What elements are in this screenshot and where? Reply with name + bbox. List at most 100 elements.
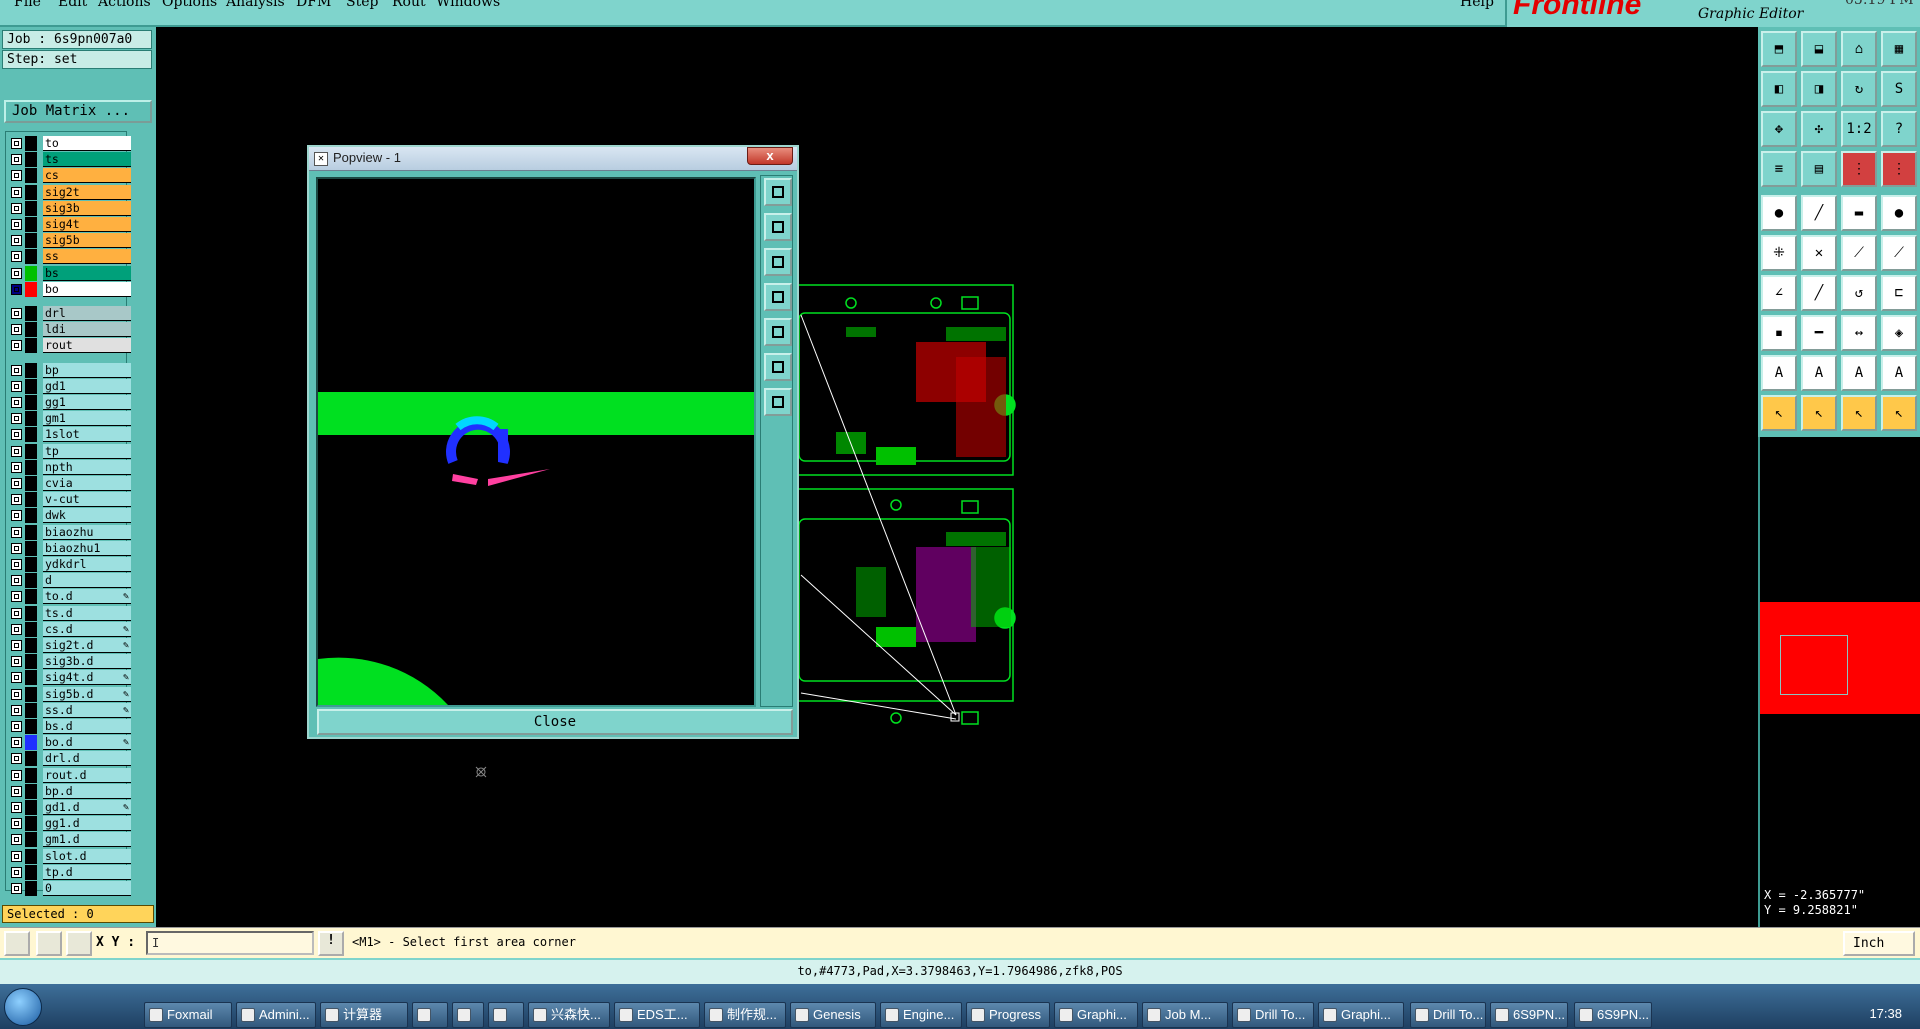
layer-color-swatch[interactable] [25,783,37,799]
layer-row[interactable]: sig3b [8,200,131,216]
taskbar-button[interactable]: Job M... [1142,1002,1228,1028]
sliders-icon[interactable]: ⋮ [1881,151,1917,187]
layer-row[interactable]: biaozhu1 [8,540,131,556]
circle-icon[interactable]: ● [1881,195,1917,231]
layer-name[interactable]: ts.d [43,605,131,621]
popview-close-button[interactable]: x [747,147,793,165]
layer-checkbox[interactable] [11,850,22,862]
layer-checkbox[interactable] [11,413,22,425]
tray-clock[interactable]: 17:38 [1869,1006,1902,1021]
zoom-out-icon[interactable]: ⬓ [1801,31,1837,67]
dimension-icon[interactable]: ↔ [1841,315,1877,351]
measure-icon[interactable]: ▬ [1841,195,1877,231]
layer-color-swatch[interactable] [25,605,37,621]
layer-row[interactable]: bp.d [8,783,131,799]
layer-color-swatch[interactable] [25,411,37,427]
layer-row[interactable]: d [8,573,131,589]
layer-row[interactable]: cs [8,168,131,184]
layer-checkbox[interactable] [11,656,22,668]
layer-name[interactable]: d [43,573,131,589]
layer-row[interactable]: slot.d [8,848,131,864]
help-icon[interactable]: ? [1881,111,1917,147]
layer-checkbox[interactable] [11,607,22,619]
popview-close-bottom-button[interactable]: Close [317,709,793,735]
job-matrix-button[interactable]: Job Matrix ... [4,100,152,123]
layer-color-swatch[interactable] [25,702,37,718]
taskbar-button[interactable]: EDS工... [614,1002,700,1028]
layer-name[interactable]: ✎ gd1.d [43,800,131,815]
layer-row[interactable]: dwk [8,508,131,524]
taskbar-button[interactable]: Drill To... [1232,1002,1314,1028]
layer-row[interactable]: ydkdrl [8,557,131,572]
pan-right-icon[interactable]: ◨ [1801,71,1837,107]
layer-row[interactable]: tp [8,443,131,459]
layer-row[interactable]: gd1 [8,378,131,394]
layer-color-swatch[interactable] [25,459,37,475]
pan-left-icon[interactable] [764,283,792,311]
layer-name[interactable]: biaozhu [43,524,131,540]
layer-color-swatch[interactable] [25,719,37,734]
layer-checkbox[interactable] [11,575,22,587]
pan-right-icon[interactable] [764,318,792,346]
layer-color-swatch[interactable] [25,735,37,751]
layer-checkbox[interactable] [11,219,22,230]
layer-checkbox[interactable] [11,542,22,554]
layer-name[interactable]: bp [43,362,131,378]
layer-name[interactable]: ✎ sig2t.d [43,638,131,653]
grid-icon[interactable]: ▦ [1881,31,1917,67]
layer-row[interactable]: 0 [8,881,131,896]
zoom-window-icon[interactable] [764,178,792,206]
layer-checkbox[interactable] [11,769,22,781]
layer-color-swatch[interactable] [25,540,37,556]
layer-color-swatch[interactable] [25,557,37,572]
layer-color-swatch[interactable] [25,492,37,508]
layer-name[interactable]: tp [43,443,131,459]
layer-name[interactable]: npth [43,459,131,475]
layer-row[interactable]: ✎ to.d [8,589,131,605]
layer-name[interactable]: 0 [43,881,131,896]
mode-icon-2[interactable] [36,931,62,956]
layer-row[interactable]: sig4t [8,217,131,232]
layer-checkbox[interactable] [11,721,22,732]
menu-step[interactable]: Step [346,0,378,10]
layer-name[interactable]: ✎ sig4t.d [43,670,131,686]
fit-v-icon[interactable]: ✣ [1801,111,1837,147]
layer-color-swatch[interactable] [25,686,37,702]
layer-name[interactable]: bs.d [43,719,131,734]
layer-name[interactable]: ldi [43,322,131,338]
segment-icon[interactable]: ⟋ [1841,235,1877,271]
layer-name[interactable]: bo [43,281,131,297]
cross-icon[interactable]: ✕ [1801,235,1837,271]
layer-color-swatch[interactable] [25,751,37,767]
layer-color-swatch[interactable] [25,136,37,151]
scale-icon[interactable]: 1:2 [1841,111,1877,147]
layer-color-swatch[interactable] [25,864,37,880]
zoom-fit-icon[interactable] [764,353,792,381]
layer-color-swatch[interactable] [25,281,37,297]
angle-icon[interactable]: ∠ [1761,275,1797,311]
layer-name[interactable]: gg1 [43,395,131,410]
menu-file[interactable]: File [14,0,41,10]
layer-row[interactable]: ✎ sig4t.d [8,670,131,686]
layer-color-swatch[interactable] [25,670,37,686]
layer-row[interactable]: sig5b [8,233,131,249]
layer-color-swatch[interactable] [25,168,37,184]
layer-row[interactable]: ts.d [8,605,131,621]
layer-checkbox[interactable] [11,494,22,506]
text-a3-icon[interactable]: A [1841,355,1877,391]
layer-row[interactable]: v-cut [8,492,131,508]
overview-viewport[interactable] [1780,635,1848,695]
layer-row[interactable]: npth [8,459,131,475]
layer-row[interactable]: ss [8,249,131,265]
taskbar-button[interactable] [412,1002,448,1028]
layer-name[interactable]: cvia [43,476,131,491]
popview-canvas[interactable] [316,177,756,707]
layer-name[interactable]: ts [43,152,131,168]
slash-icon[interactable]: ╱ [1801,275,1837,311]
layer-name[interactable]: rout [43,338,131,354]
layer-checkbox[interactable] [11,802,22,813]
layer-row[interactable]: ✎ sig2t.d [8,638,131,653]
taskbar-button[interactable] [452,1002,484,1028]
layer-name[interactable]: ✎ sig5b.d [43,686,131,702]
start-button[interactable] [4,988,42,1026]
